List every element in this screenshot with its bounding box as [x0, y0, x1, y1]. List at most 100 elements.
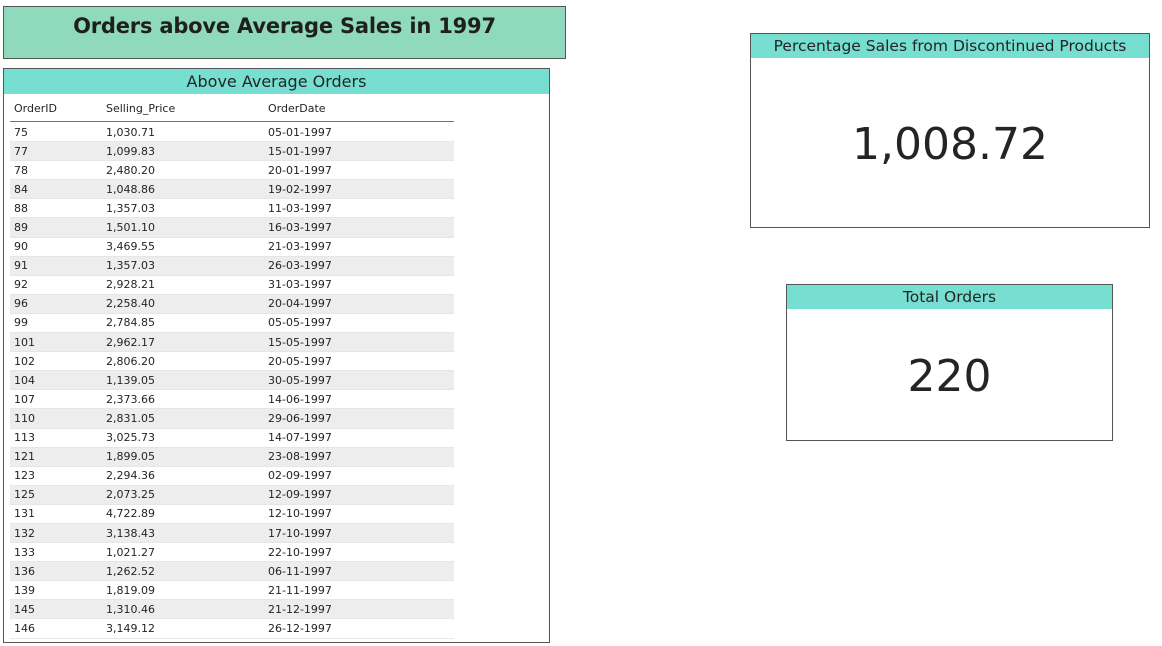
table-row[interactable]: 101 2,962.17 15-05-1997 [10, 333, 454, 353]
table-row[interactable]: 136 1,262.52 06-11-1997 [10, 562, 454, 582]
table-row[interactable]: 131 4,722.89 12-10-1997 [10, 505, 454, 524]
table-row[interactable]: 84 1,048.86 19-02-1997 [10, 180, 454, 200]
table-row[interactable]: 102 2,806.20 20-05-1997 [10, 352, 454, 372]
cell-selling-price: 2,294.36 [106, 469, 155, 483]
total-orders-value: 220 [907, 351, 992, 402]
table-row[interactable]: 110 2,831.05 29-06-1997 [10, 409, 454, 429]
cell-selling-price: 1,048.86 [106, 182, 155, 196]
cell-selling-price: 1,099.83 [106, 144, 155, 158]
above-average-orders-table[interactable]: Above Average Orders OrderID Selling_Pri… [3, 68, 550, 643]
cell-orderdate: 15-05-1997 [268, 335, 332, 349]
cell-orderdate: 14-06-1997 [268, 392, 332, 406]
cell-orderdate: 05-01-1997 [268, 125, 332, 139]
orders-grid[interactable]: OrderID Selling_Price OrderDate 75 1,030.… [10, 95, 454, 639]
cell-selling-price: 2,806.20 [106, 354, 155, 368]
cell-orderid: 84 [14, 182, 28, 196]
table-row[interactable]: 77 1,099.83 15-01-1997 [10, 142, 454, 162]
cell-orderid: 88 [14, 201, 28, 215]
cell-orderid: 110 [14, 411, 35, 425]
cell-orderid: 89 [14, 221, 28, 235]
cell-selling-price: 3,138.43 [106, 526, 155, 540]
table-row[interactable]: 132 3,138.43 17-10-1997 [10, 523, 454, 544]
cell-orderdate: 20-04-1997 [268, 297, 332, 311]
table-row[interactable]: 146 3,149.12 26-12-1997 [10, 619, 454, 639]
cell-selling-price: 1,357.03 [106, 201, 155, 215]
table-row[interactable]: 78 2,480.20 20-01-1997 [10, 161, 454, 181]
table-row[interactable]: 90 3,469.55 21-03-1997 [10, 238, 454, 257]
cell-orderid: 92 [14, 278, 28, 292]
page-title: Orders above Average Sales in 1997 [73, 14, 496, 38]
column-header-orderid[interactable]: OrderID [10, 102, 103, 115]
table-row[interactable]: 145 1,310.46 21-12-1997 [10, 600, 454, 620]
discontinued-sales-value: 1,008.72 [852, 119, 1048, 170]
cell-selling-price: 2,784.85 [106, 316, 155, 330]
cell-orderdate: 21-03-1997 [268, 240, 332, 254]
total-orders-card-title: Total Orders [787, 285, 1112, 309]
discontinued-sales-card[interactable]: Percentage Sales from Discontinued Produ… [750, 33, 1150, 228]
cell-orderdate: 11-03-1997 [268, 201, 332, 215]
cell-selling-price: 3,149.12 [106, 621, 155, 635]
cell-orderdate: 02-09-1997 [268, 469, 332, 483]
cell-orderdate: 31-03-1997 [268, 278, 332, 292]
cell-orderid: 90 [14, 240, 28, 254]
cell-orderdate: 29-06-1997 [268, 411, 332, 425]
cell-orderid: 132 [14, 526, 35, 540]
table-row[interactable]: 92 2,928.21 31-03-1997 [10, 276, 454, 295]
cell-selling-price: 4,722.89 [106, 507, 155, 521]
cell-selling-price: 1,501.10 [106, 221, 155, 235]
cell-orderdate: 16-03-1997 [268, 221, 332, 235]
cell-orderid: 77 [14, 144, 28, 158]
cell-selling-price: 3,469.55 [106, 240, 155, 254]
discontinued-sales-card-title: Percentage Sales from Discontinued Produ… [751, 34, 1149, 58]
table-row[interactable]: 113 3,025.73 14-07-1997 [10, 429, 454, 448]
column-header-orderdate[interactable]: OrderDate [264, 102, 454, 115]
table-row[interactable]: 125 2,073.25 12-09-1997 [10, 485, 454, 505]
cell-orderdate: 26-12-1997 [268, 621, 332, 635]
cell-orderdate: 06-11-1997 [268, 564, 332, 578]
cell-selling-price: 2,373.66 [106, 392, 155, 406]
cell-orderid: 99 [14, 316, 28, 330]
cell-selling-price: 1,310.46 [106, 602, 155, 616]
table-row[interactable]: 123 2,294.36 02-09-1997 [10, 467, 454, 486]
column-header-selling-price[interactable]: Selling_Price [103, 102, 264, 115]
cell-orderid: 146 [14, 621, 35, 635]
cell-orderdate: 21-11-1997 [268, 583, 332, 597]
cell-orderdate: 15-01-1997 [268, 144, 332, 158]
cell-orderid: 96 [14, 297, 28, 311]
table-row[interactable]: 107 2,373.66 14-06-1997 [10, 390, 454, 410]
table-row[interactable]: 88 1,357.03 11-03-1997 [10, 199, 454, 219]
cell-selling-price: 1,899.05 [106, 450, 155, 464]
table-row[interactable]: 91 1,357.03 26-03-1997 [10, 256, 454, 276]
page-title-banner: Orders above Average Sales in 1997 [3, 6, 566, 59]
cell-orderid: 102 [14, 354, 35, 368]
cell-orderid: 131 [14, 507, 35, 521]
cell-orderdate: 23-08-1997 [268, 450, 332, 464]
total-orders-card[interactable]: Total Orders 220 [786, 284, 1113, 441]
cell-orderid: 113 [14, 431, 35, 445]
table-row[interactable]: 96 2,258.40 20-04-1997 [10, 294, 454, 314]
cell-orderid: 125 [14, 488, 35, 502]
table-row[interactable]: 121 1,899.05 23-08-1997 [10, 447, 454, 467]
table-row[interactable]: 89 1,501.10 16-03-1997 [10, 218, 454, 238]
table-row[interactable]: 75 1,030.71 05-01-1997 [10, 123, 454, 143]
cell-orderid: 91 [14, 259, 28, 273]
cell-selling-price: 1,262.52 [106, 564, 155, 578]
cell-orderdate: 14-07-1997 [268, 431, 332, 445]
cell-orderdate: 21-12-1997 [268, 602, 332, 616]
cell-orderdate: 26-03-1997 [268, 259, 332, 273]
cell-orderid: 136 [14, 564, 35, 578]
cell-orderdate: 30-05-1997 [268, 373, 332, 387]
cell-orderid: 104 [14, 373, 35, 387]
cell-selling-price: 1,030.71 [106, 125, 155, 139]
cell-orderid: 133 [14, 545, 35, 559]
table-row[interactable]: 133 1,021.27 22-10-1997 [10, 543, 454, 563]
cell-orderid: 121 [14, 450, 35, 464]
cell-selling-price: 1,021.27 [106, 545, 155, 559]
cell-orderid: 101 [14, 335, 35, 349]
table-row[interactable]: 139 1,819.09 21-11-1997 [10, 581, 454, 601]
table-row[interactable]: 99 2,784.85 05-05-1997 [10, 314, 454, 334]
cell-selling-price: 2,962.17 [106, 335, 155, 349]
table-row[interactable]: 104 1,139.05 30-05-1997 [10, 371, 454, 391]
table-title: Above Average Orders [4, 69, 549, 94]
cell-selling-price: 2,073.25 [106, 488, 155, 502]
